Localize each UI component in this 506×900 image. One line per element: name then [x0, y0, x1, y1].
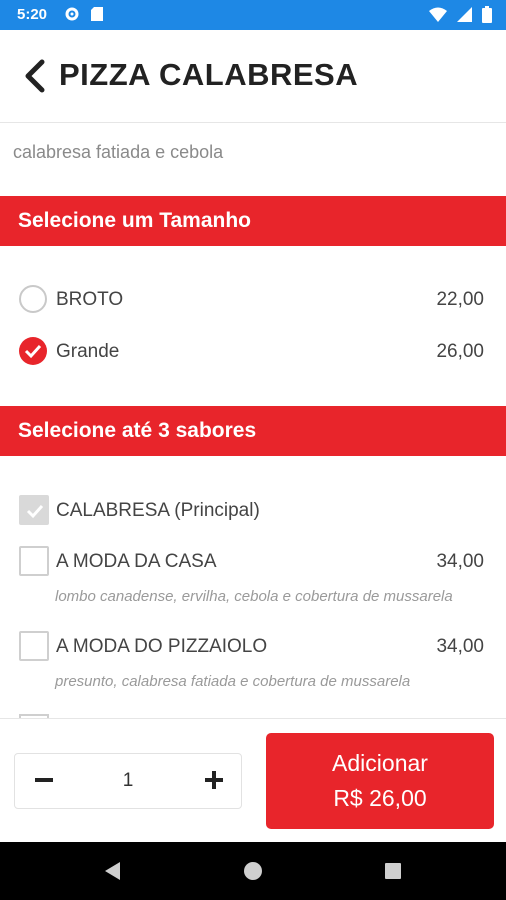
flavor-label: CALABRESA (Principal) [56, 500, 260, 521]
size-option-label: Grande [56, 341, 120, 362]
size-option-price: 26,00 [436, 341, 484, 362]
system-navigation-bar [0, 842, 506, 900]
quantity-stepper: 1 [14, 753, 242, 809]
size-section-title: Selecione um Tamanho [18, 209, 251, 232]
radio-button-selected[interactable] [19, 337, 47, 365]
battery-icon [482, 6, 492, 27]
page-title: PIZZA CALABRESA [59, 57, 359, 92]
add-button-price: R$ 26,00 [333, 785, 427, 811]
checkmark-icon [26, 504, 44, 519]
flavor-label: A MODA DO PIZZAIOLO [56, 636, 268, 657]
size-option-price: 22,00 [436, 289, 484, 310]
add-button-label: Adicionar [332, 750, 428, 776]
size-section-header: Selecione um Tamanho [0, 196, 506, 246]
signal-icon [457, 7, 472, 26]
product-description: calabresa fatiada e cebola [13, 142, 224, 162]
size-option-label: BROTO [56, 289, 124, 310]
status-bar: 5:20 [0, 0, 506, 30]
add-to-cart-bar: 1 Adicionar R$ 26,00 [0, 718, 506, 843]
checkbox[interactable] [19, 546, 49, 576]
status-time: 5:20 [17, 6, 48, 23]
add-to-cart-button[interactable]: Adicionar R$ 26,00 [266, 733, 494, 829]
flavor-price: 34,00 [436, 551, 484, 572]
flavor-label: A MODA DA CASA [56, 551, 217, 572]
flavor-price: 34,00 [436, 636, 484, 657]
back-arrow-icon[interactable] [20, 56, 50, 96]
flavor-description: presunto, calabresa fatiada e cobertura … [55, 673, 411, 690]
checkmark-icon [24, 344, 42, 359]
checkbox-disabled [19, 495, 49, 525]
checkbox[interactable] [19, 631, 49, 661]
plus-icon[interactable] [203, 767, 225, 793]
sd-card-icon [90, 6, 104, 26]
nav-back-icon[interactable] [102, 861, 122, 886]
flavor-description: lombo canadense, ervilha, cebola e cober… [55, 588, 453, 605]
flavor-section-header: Selecione até 3 sabores [0, 406, 506, 456]
wifi-icon [429, 7, 447, 26]
flavor-section-title: Selecione até 3 sabores [18, 419, 257, 442]
nav-recents-icon[interactable] [383, 861, 403, 886]
app-header: PIZZA CALABRESA [0, 30, 506, 123]
radio-button[interactable] [19, 285, 47, 313]
settings-icon [64, 6, 80, 26]
nav-home-icon[interactable] [243, 861, 263, 886]
